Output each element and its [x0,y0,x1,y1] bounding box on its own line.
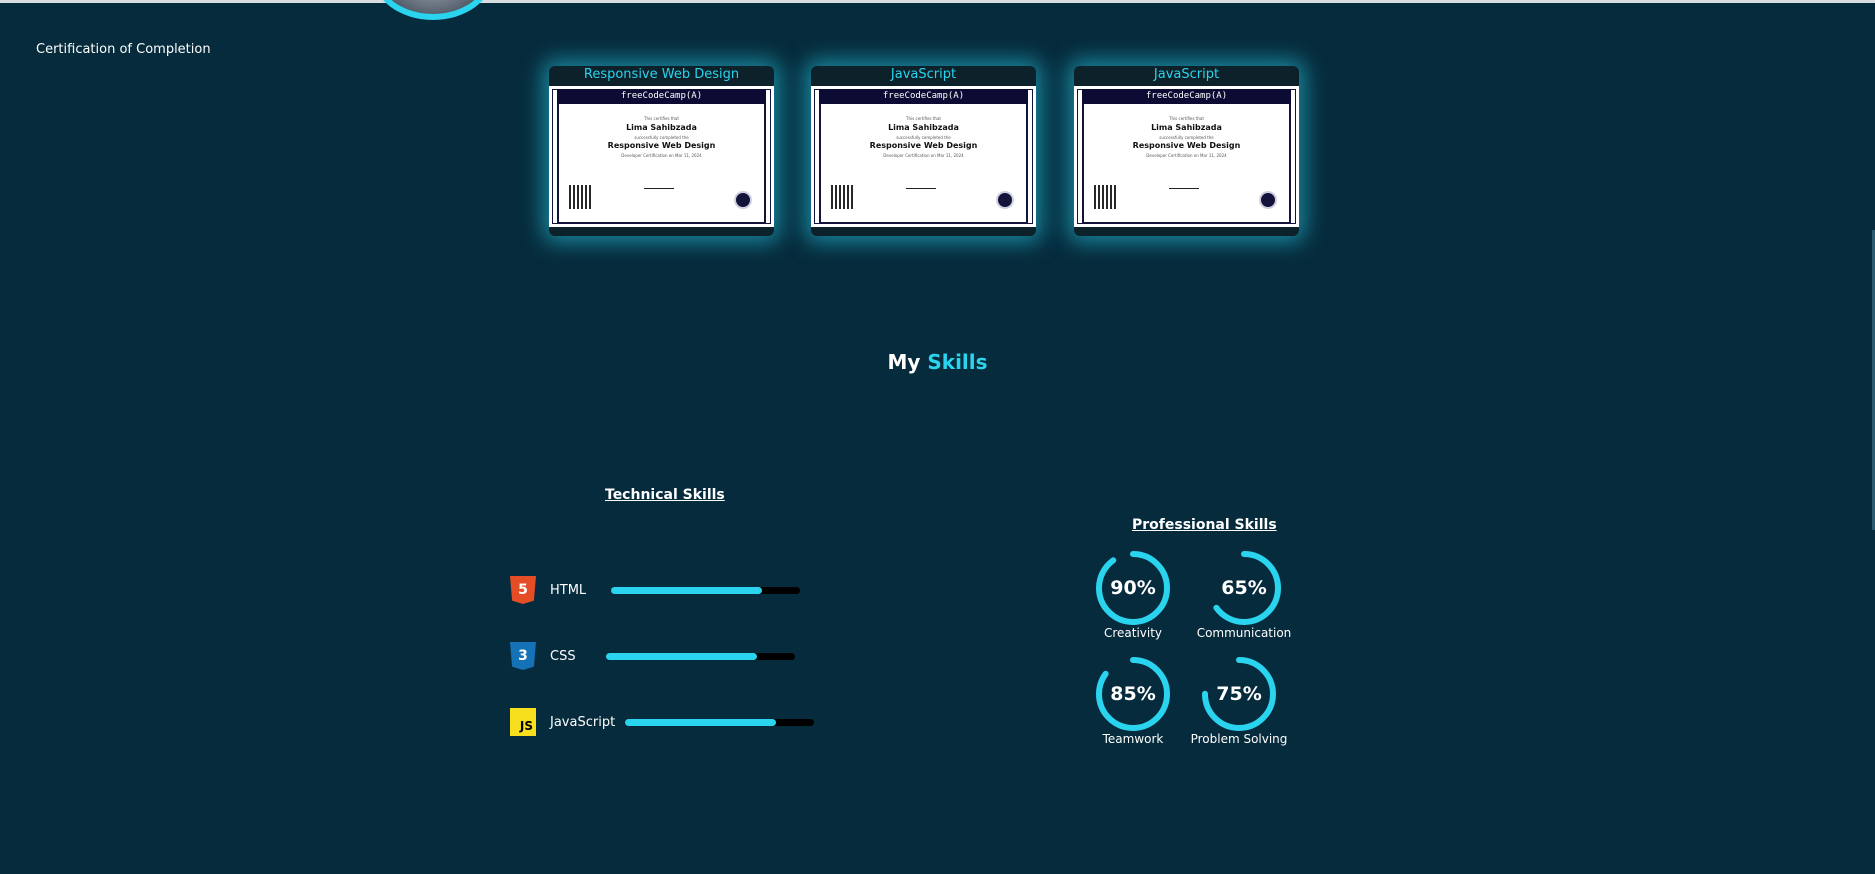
certificate-brand: freeCodeCamp(A) [557,89,766,104]
certificate-course: Responsive Web Design [1132,141,1241,150]
signature [644,174,674,189]
js-icon: JS [510,708,536,736]
seal-icon [996,191,1014,209]
ring-teamwork: 85% [1094,655,1172,733]
ring-problem-solving: 75% [1200,655,1278,733]
certificate-title: JavaScript [1153,67,1220,82]
certificate-brand: freeCodeCamp(A) [1082,89,1291,104]
certificate-title: Responsive Web Design [583,67,740,82]
certificate-card-responsive-web-design[interactable]: Responsive Web Design freeCodeCamp(A) Th… [549,66,774,236]
skill-row-css: 3 CSS [510,641,576,671]
certificate-course: Responsive Web Design [869,141,978,150]
certificate-card-javascript-2[interactable]: JavaScript freeCodeCamp(A) This certifie… [1074,66,1299,236]
certificate-recipient: Lima Sahibzada [1151,123,1222,132]
ring-label-communication: Communication [1196,626,1292,640]
skill-bar-html [611,587,800,594]
skill-name: JavaScript [550,714,616,730]
ring-percent: 65% [1221,577,1267,599]
skill-row-html: 5 HTML [510,575,586,605]
skill-name: CSS [550,648,576,664]
certificate-title: JavaScript [890,67,957,82]
signature [906,174,936,189]
certificate-image: freeCodeCamp(A) This certifies that Lima… [811,86,1036,227]
skill-bar-fill [625,719,777,726]
signature [1169,174,1199,189]
skill-bar-javascript [625,719,814,726]
skill-name: HTML [550,582,587,598]
certification-heading: Certification of Completion [36,42,211,57]
qr-code-icon [569,185,591,209]
profile-avatar [373,0,493,20]
skills-section-title: My Skills [887,350,988,374]
page-top-border [0,0,1875,3]
ring-creativity: 90% [1094,549,1172,627]
css3-icon: 3 [510,642,536,670]
certificate-card-javascript[interactable]: JavaScript freeCodeCamp(A) This certifie… [811,66,1036,236]
html5-icon: 5 [510,576,536,604]
ring-percent: 75% [1216,683,1262,705]
qr-code-icon [831,185,853,209]
certificate-brand: freeCodeCamp(A) [819,89,1028,104]
ring-label-problem-solving: Problem Solving [1190,732,1288,746]
skill-bar-fill [611,587,763,594]
skill-bar-fill [606,653,758,660]
certificate-recipient: Lima Sahibzada [626,123,697,132]
technical-skills-heading: Technical Skills [605,487,725,503]
professional-skills-heading: Professional Skills [1132,517,1277,533]
qr-code-icon [1094,185,1116,209]
certificate-recipient: Lima Sahibzada [888,123,959,132]
seal-icon [1259,191,1277,209]
certificate-image: freeCodeCamp(A) This certifies that Lima… [1074,86,1299,227]
skill-row-javascript: JS JavaScript [510,707,615,737]
ring-percent: 85% [1110,683,1156,705]
certificate-course: Responsive Web Design [607,141,716,150]
skill-bar-css [606,653,795,660]
certificate-image: freeCodeCamp(A) This certifies that Lima… [549,86,774,227]
seal-icon [734,191,752,209]
ring-communication: 65% [1205,549,1283,627]
ring-percent: 90% [1110,577,1156,599]
